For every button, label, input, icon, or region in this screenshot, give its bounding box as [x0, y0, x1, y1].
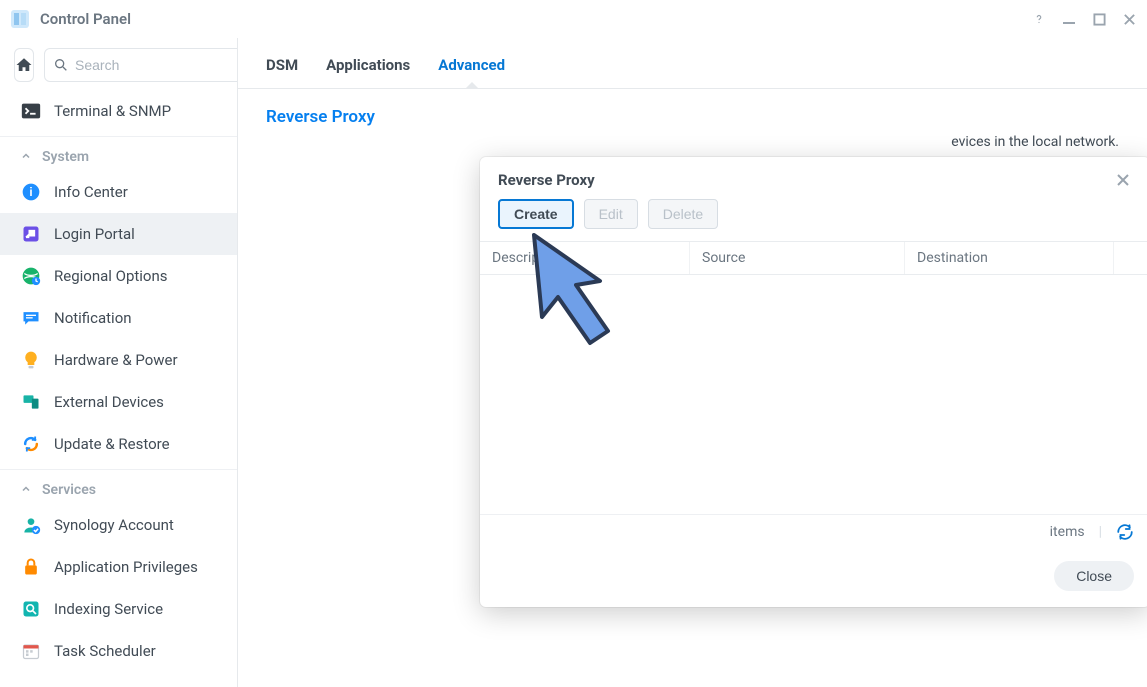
modal-title: Reverse Proxy: [498, 171, 595, 189]
devices-icon: [20, 391, 42, 413]
titlebar: Control Panel: [0, 0, 1147, 38]
section-title: Reverse Proxy: [266, 107, 1119, 127]
search-input[interactable]: [75, 57, 238, 73]
sidebar-item-label: Info Center: [54, 183, 128, 201]
table-header: Description Source Destination: [480, 241, 1147, 275]
sidebar-item-synology-account[interactable]: Synology Account: [0, 504, 237, 546]
section-description-tail: evices in the local network.: [951, 134, 1119, 150]
close-icon[interactable]: [1121, 11, 1137, 27]
login-portal-icon: [20, 223, 42, 245]
home-button[interactable]: [14, 48, 34, 82]
search-icon: [53, 57, 69, 73]
sidebar-item-label: Terminal & SNMP: [54, 102, 171, 120]
sidebar-section-services[interactable]: Services: [0, 469, 237, 504]
sidebar-item-label: Update & Restore: [54, 435, 170, 453]
sidebar-item-label: Application Privileges: [54, 558, 198, 576]
help-icon[interactable]: [1031, 11, 1047, 27]
tab-applications[interactable]: Applications: [326, 56, 410, 74]
search-input-wrap[interactable]: [44, 48, 238, 82]
minimize-icon[interactable]: [1061, 11, 1077, 27]
sidebar-item-task-scheduler[interactable]: Task Scheduler: [0, 630, 237, 672]
terminal-icon: [20, 100, 42, 122]
account-icon: [20, 514, 42, 536]
chevron-up-icon: [20, 150, 34, 164]
info-icon: i: [20, 181, 42, 203]
refresh-icon[interactable]: [1116, 523, 1134, 541]
window-controls: [1031, 11, 1137, 27]
maximize-icon[interactable]: [1091, 11, 1107, 27]
tab-dsm[interactable]: DSM: [266, 56, 298, 74]
sidebar-item-login-portal[interactable]: Login Portal: [0, 213, 237, 255]
sidebar-item-indexing-service[interactable]: Indexing Service: [0, 588, 237, 630]
sidebar-section-system[interactable]: System: [0, 136, 237, 171]
sidebar: Terminal & SNMP System i Info Center Log…: [0, 38, 238, 687]
indexing-icon: [20, 598, 42, 620]
chevron-up-icon: [20, 483, 34, 497]
tabs: DSM Applications Advanced: [238, 38, 1147, 89]
sidebar-item-label: Notification: [54, 309, 132, 327]
sidebar-item-update-restore[interactable]: Update & Restore: [0, 423, 237, 465]
app-icon: [8, 7, 32, 31]
column-spacer: [1114, 242, 1147, 274]
sidebar-section-title: System: [42, 149, 89, 165]
edit-button[interactable]: Edit: [584, 199, 638, 229]
svg-text:i: i: [29, 186, 32, 199]
delete-button[interactable]: Delete: [648, 199, 718, 229]
column-description[interactable]: Description: [480, 242, 690, 274]
sidebar-section-title: Services: [42, 482, 96, 498]
chat-icon: [20, 307, 42, 329]
window-title: Control Panel: [40, 10, 131, 28]
sidebar-item-external-devices[interactable]: External Devices: [0, 381, 237, 423]
sidebar-item-label: External Devices: [54, 393, 164, 411]
sync-icon: [20, 433, 42, 455]
sidebar-item-label: Synology Account: [54, 516, 174, 534]
tab-advanced[interactable]: Advanced: [438, 56, 505, 74]
sidebar-item-hardware-power[interactable]: Hardware & Power: [0, 339, 237, 381]
sidebar-item-notification[interactable]: Notification: [0, 297, 237, 339]
sidebar-item-label: Task Scheduler: [54, 642, 156, 660]
table-body: [480, 275, 1147, 514]
sidebar-item-info-center[interactable]: i Info Center: [0, 171, 237, 213]
sidebar-item-label: Login Portal: [54, 225, 135, 243]
close-icon[interactable]: [1114, 171, 1132, 189]
sidebar-item-terminal-snmp[interactable]: Terminal & SNMP: [0, 90, 237, 132]
lock-icon: [20, 556, 42, 578]
globe-icon: [20, 265, 42, 287]
column-source[interactable]: Source: [690, 242, 905, 274]
column-destination[interactable]: Destination: [905, 242, 1114, 274]
close-button[interactable]: Close: [1054, 561, 1134, 591]
content-area: DSM Applications Advanced Reverse Proxy …: [238, 38, 1147, 687]
sidebar-item-label: Indexing Service: [54, 600, 163, 618]
reverse-proxy-modal: Reverse Proxy Create Edit Delete Descrip…: [480, 157, 1147, 607]
status-items-label: items: [1050, 524, 1085, 540]
sidebar-item-regional-options[interactable]: Regional Options: [0, 255, 237, 297]
sidebar-item-label: Hardware & Power: [54, 351, 178, 369]
sidebar-item-application-privileges[interactable]: Application Privileges: [0, 546, 237, 588]
bulb-icon: [20, 349, 42, 371]
create-button[interactable]: Create: [498, 199, 574, 229]
calendar-icon: [20, 640, 42, 662]
sidebar-item-label: Regional Options: [54, 267, 168, 285]
